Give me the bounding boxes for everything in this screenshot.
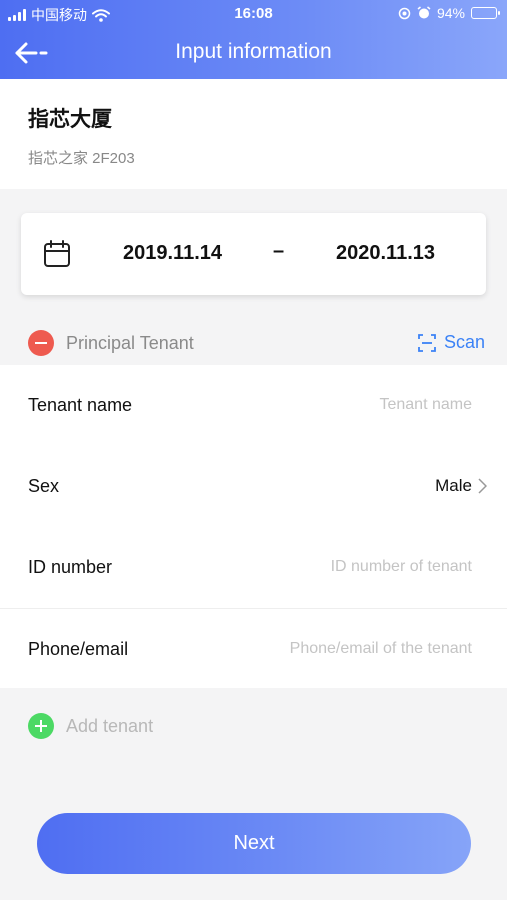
sex-label: Sex [28, 476, 60, 496]
building-card: 指芯大厦 指芯之家 2F203 [0, 79, 507, 189]
phone-email-input[interactable] [212, 635, 472, 663]
scan-icon [418, 333, 436, 352]
tenant-name-row: Tenant name [0, 365, 507, 446]
tenant-name-input[interactable] [212, 391, 472, 419]
lease-start-date[interactable]: 2019.11.14 [123, 242, 222, 265]
status-right: 94% [398, 5, 500, 21]
building-address: 指芯之家 2F203 [28, 150, 135, 167]
principal-tenant-header: Principal Tenant Scan [0, 320, 507, 365]
tenant-name-label: Tenant name [28, 395, 133, 415]
calendar-icon [44, 240, 70, 267]
add-tenant-label: Add tenant [66, 716, 154, 736]
alarm-icon [417, 6, 431, 19]
page-title: Input information [175, 40, 332, 63]
phone-email-label: Phone/email [28, 639, 129, 659]
sex-row[interactable]: Sex Male [0, 446, 507, 527]
add-icon [28, 713, 54, 739]
principal-tenant-label: Principal Tenant [66, 333, 194, 353]
remove-tenant-icon[interactable] [28, 330, 54, 356]
chevron-right-icon [478, 478, 487, 494]
id-number-label: ID number [28, 557, 113, 577]
app-header: 中国移动 16:08 94% Input information [0, 0, 507, 79]
id-number-row: ID number [0, 527, 507, 608]
next-button[interactable]: Next [37, 813, 471, 874]
scan-button[interactable]: Scan [418, 332, 485, 353]
id-number-input[interactable] [212, 553, 472, 581]
add-tenant-button[interactable]: Add tenant [0, 710, 507, 742]
date-separator: – [273, 240, 285, 262]
sex-value[interactable]: Male [435, 476, 472, 496]
lease-date-card[interactable]: 2019.11.14 – 2020.11.13 [21, 213, 486, 295]
battery-icon [471, 7, 500, 19]
building-name: 指芯大厦 [28, 108, 112, 131]
status-bar: 中国移动 16:08 94% [0, 0, 507, 28]
location-lock-icon [398, 7, 411, 19]
phone-email-row: Phone/email [0, 608, 507, 689]
tenant-form: Tenant name Sex Male ID number Phone/ema… [0, 365, 507, 688]
lease-end-date[interactable]: 2020.11.13 [336, 242, 435, 265]
scan-label: Scan [443, 332, 485, 352]
battery-percent: 94% [436, 5, 465, 21]
